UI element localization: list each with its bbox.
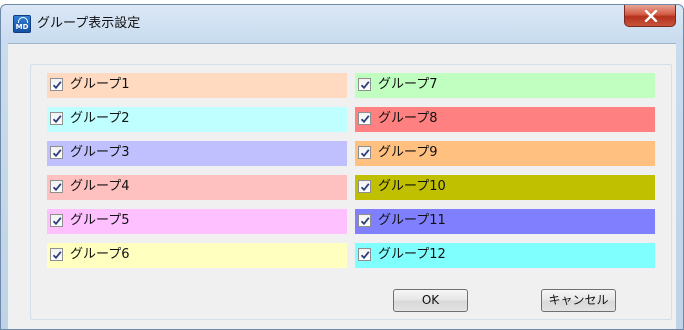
checkmark-icon [52, 115, 62, 124]
group-label[interactable]: グループ11 [378, 212, 446, 230]
group-checkbox[interactable] [50, 248, 63, 261]
group-label[interactable]: グループ10 [378, 178, 446, 196]
window-title: グループ表示設定 [37, 16, 141, 31]
checkmark-icon [360, 217, 370, 226]
group-checkbox[interactable] [358, 180, 371, 193]
dialog-content: グループ1 グループ2 グループ3 グループ4 グループ5 グループ6 グループ7 グループ8… [8, 43, 676, 329]
group-checkbox[interactable] [358, 214, 371, 227]
checkmark-icon [52, 251, 62, 260]
group-checkbox[interactable] [50, 180, 63, 193]
app-icon: MD [13, 15, 31, 33]
group-label[interactable]: グループ9 [378, 144, 438, 162]
checkmark-icon [52, 217, 62, 226]
group-label[interactable]: グループ5 [70, 212, 130, 230]
group-label[interactable]: グループ12 [378, 246, 446, 264]
checkmark-icon [360, 149, 370, 158]
group-checkbox[interactable] [50, 112, 63, 125]
group-row: グループ1 [47, 73, 347, 98]
checkmark-icon [360, 81, 370, 90]
checkmark-icon [360, 183, 370, 192]
ok-button[interactable]: OK [393, 289, 468, 312]
close-button[interactable] [624, 5, 676, 27]
checkmark-icon [360, 115, 370, 124]
cancel-button[interactable]: キャンセル [541, 289, 616, 312]
group-list-box: グループ1 グループ2 グループ3 グループ4 グループ5 グループ6 グループ7 グループ8… [30, 64, 672, 320]
group-row: グループ4 [47, 175, 347, 200]
group-checkbox[interactable] [50, 78, 63, 91]
group-row: グループ9 [355, 141, 655, 166]
group-row: グループ7 [355, 73, 655, 98]
title-bar[interactable]: MD グループ表示設定 [1, 5, 683, 43]
group-label[interactable]: グループ4 [70, 178, 130, 196]
group-label[interactable]: グループ7 [378, 76, 438, 94]
group-row: グループ8 [355, 107, 655, 132]
group-row: グループ3 [47, 141, 347, 166]
group-label[interactable]: グループ1 [70, 76, 130, 94]
group-checkbox[interactable] [358, 146, 371, 159]
checkmark-icon [52, 183, 62, 192]
group-row: グループ5 [47, 209, 347, 234]
group-row: グループ2 [47, 107, 347, 132]
checkmark-icon [52, 81, 62, 90]
group-row: グループ11 [355, 209, 655, 234]
group-row: グループ12 [355, 243, 655, 268]
group-label[interactable]: グループ2 [70, 110, 130, 128]
group-checkbox[interactable] [358, 112, 371, 125]
group-display-settings-dialog: MD グループ表示設定 グループ1 グループ2 グループ3 グループ4 グループ5 グルー… [0, 4, 684, 330]
group-label[interactable]: グループ3 [70, 144, 130, 162]
group-checkbox[interactable] [50, 214, 63, 227]
group-checkbox[interactable] [50, 146, 63, 159]
close-icon [644, 10, 658, 22]
checkmark-icon [52, 149, 62, 158]
checkmark-icon [360, 251, 370, 260]
group-label[interactable]: グループ6 [70, 246, 130, 264]
group-checkbox[interactable] [358, 78, 371, 91]
group-checkbox[interactable] [358, 248, 371, 261]
app-icon-text: MD [15, 23, 29, 31]
group-label[interactable]: グループ8 [378, 110, 438, 128]
group-row: グループ10 [355, 175, 655, 200]
group-row: グループ6 [47, 243, 347, 268]
